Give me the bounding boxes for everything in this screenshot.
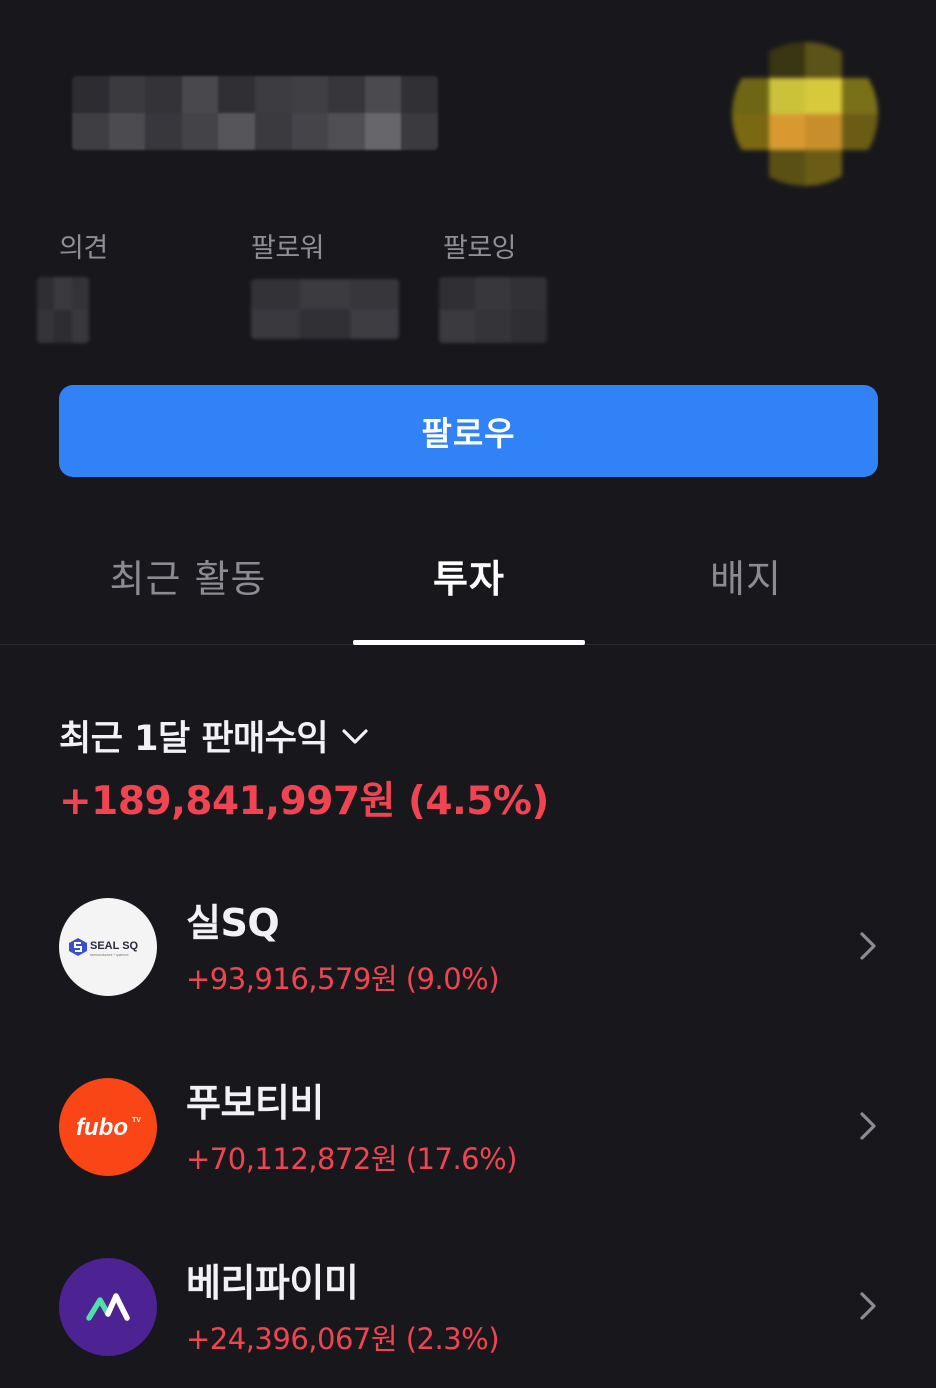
chevron-right-icon (860, 1112, 876, 1140)
stat-label: 의견 (59, 233, 108, 264)
fubo-logo-icon: fubo TV (76, 1114, 141, 1141)
tab-bar: 최근 활동 투자 배지 (0, 540, 936, 645)
tab-recent-activity[interactable]: 최근 활동 (72, 548, 304, 603)
stat-label: 팔로워 (251, 233, 325, 264)
follow-button[interactable]: 팔로우 (59, 385, 878, 477)
chevron-down-icon (342, 728, 368, 744)
stat-opinions[interactable]: 의견 (37, 226, 108, 343)
fubo-logo-text: fubo (76, 1114, 128, 1141)
stock-row-fubotv[interactable]: fubo TV 푸보티비 +70,112,872원 (17.6%) (0, 1056, 936, 1206)
active-tab-indicator (353, 640, 585, 645)
fubo-logo: fubo TV (59, 1078, 157, 1176)
stock-return: +93,916,579원 (9.0%) (186, 962, 500, 996)
stat-value-redacted (439, 277, 547, 343)
stock-return: +24,396,067원 (2.3%) (186, 1322, 500, 1356)
stat-value-redacted (251, 279, 399, 339)
sealsq-logo-text: SEAL SQ (90, 940, 139, 952)
verifyme-logo (59, 1258, 157, 1356)
sealsq-logo-icon: SEAL SQ semiconductors + quantum (69, 938, 139, 957)
sealsq-logo-subtext: semiconductors + quantum (90, 953, 129, 957)
stat-value-redacted (37, 277, 89, 343)
fubo-logo-superscript: TV (132, 1117, 141, 1124)
avatar[interactable] (732, 42, 878, 186)
stock-return: +70,112,872원 (17.6%) (186, 1142, 518, 1176)
sealsq-logo: SEAL SQ semiconductors + quantum (59, 898, 157, 996)
stat-followers[interactable]: 팔로워 (251, 226, 399, 339)
verifyme-logo-icon (86, 1293, 130, 1321)
summary-profit-value: +189,841,997원 (4.5%) (59, 779, 549, 824)
profile-name-redacted (72, 76, 438, 150)
chevron-right-icon (860, 932, 876, 960)
tab-badges[interactable]: 배지 (630, 548, 862, 603)
chevron-right-icon (860, 1292, 876, 1320)
stock-row-sealsq[interactable]: SEAL SQ semiconductors + quantum 실SQ +93… (0, 876, 936, 1026)
summary-title: 최근 1달 판매수익 (59, 719, 329, 759)
period-selector[interactable]: 최근 1달 판매수익 (59, 710, 370, 761)
tab-investment[interactable]: 투자 (353, 548, 585, 603)
stat-label: 팔로잉 (443, 233, 517, 264)
stock-row-verifyme[interactable]: 베리파이미 +24,396,067원 (2.3%) (0, 1236, 936, 1386)
stock-name: 푸보티비 (186, 1081, 324, 1125)
stock-name: 실SQ (186, 901, 280, 945)
stock-name: 베리파이미 (186, 1261, 359, 1305)
stat-following[interactable]: 팔로잉 (439, 226, 547, 343)
